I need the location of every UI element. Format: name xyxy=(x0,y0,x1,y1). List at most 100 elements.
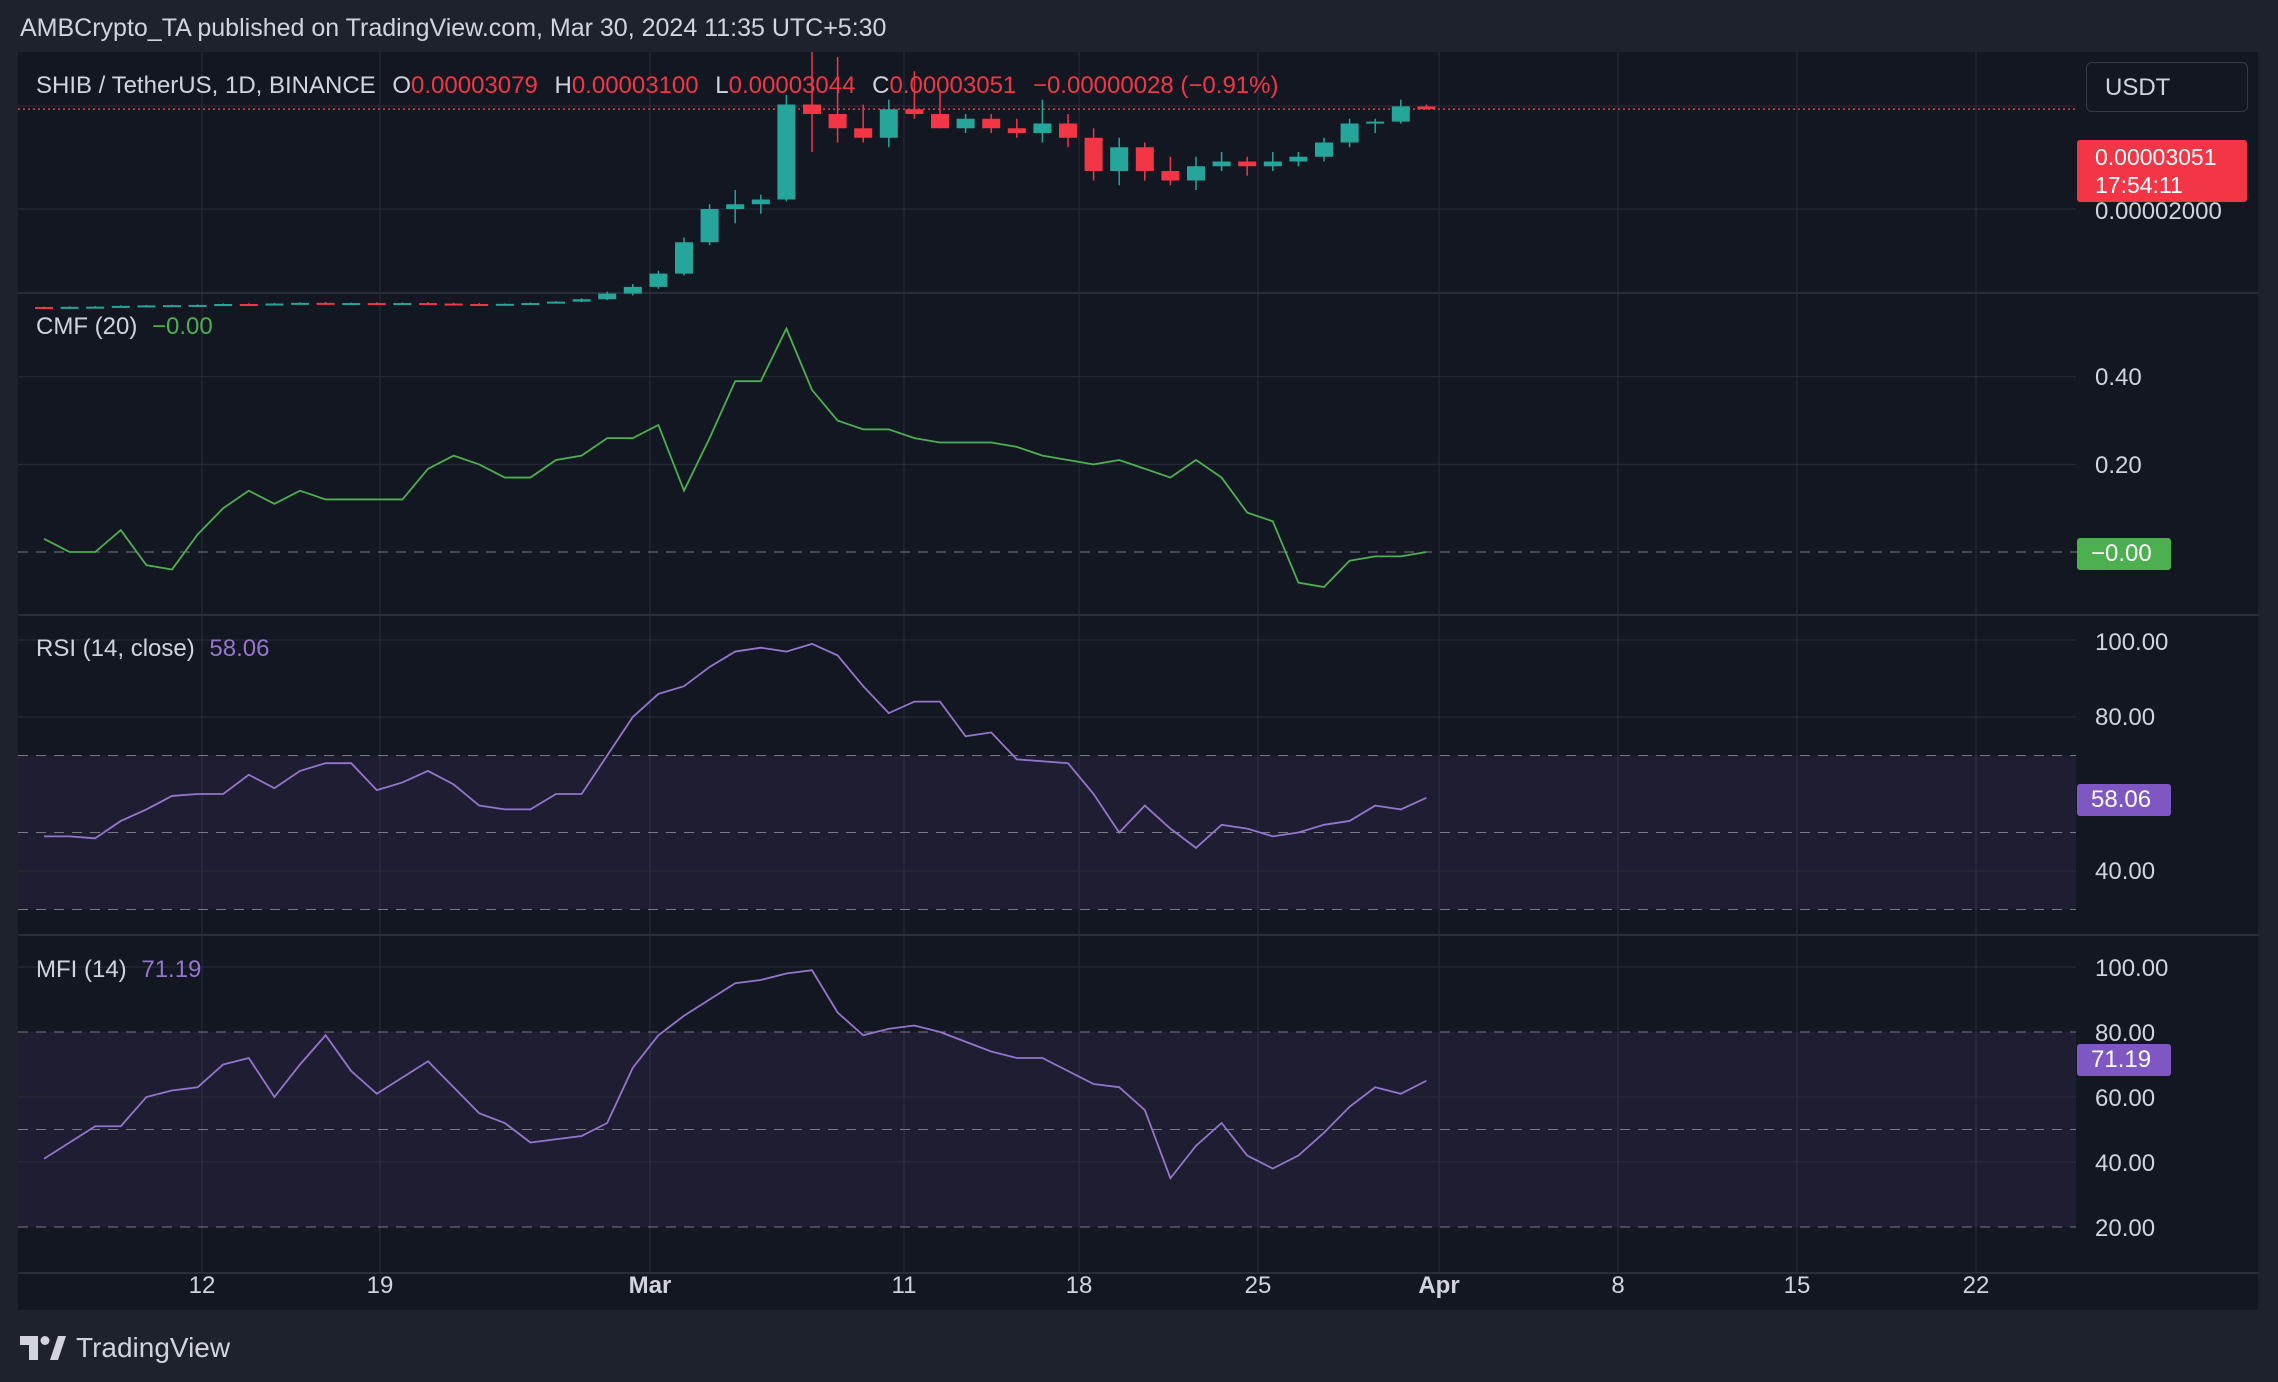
candle-body xyxy=(675,242,693,274)
candle xyxy=(419,302,437,306)
candle-body xyxy=(1110,147,1129,171)
candle-body xyxy=(316,302,335,305)
candle xyxy=(956,114,975,133)
mfi-value-badge: 71.19 xyxy=(2077,1044,2171,1076)
candle xyxy=(777,95,796,202)
candle-body xyxy=(956,118,975,129)
candle xyxy=(1391,99,1410,124)
symbol-name[interactable]: SHIB / TetherUS, 1D, BINANCE xyxy=(36,72,376,99)
candle-body xyxy=(1033,123,1052,133)
candle-body xyxy=(111,305,130,308)
candle-body xyxy=(163,305,181,308)
close-key: C xyxy=(872,72,890,99)
candle xyxy=(60,306,79,309)
candle-body xyxy=(623,286,642,294)
tradingview-logo-icon xyxy=(20,1336,66,1360)
candle-body xyxy=(239,304,258,306)
candle-body xyxy=(1289,156,1308,162)
change-value: −0.00000028 (−0.91%) xyxy=(1032,72,1279,99)
candle-body xyxy=(1417,106,1436,110)
candle xyxy=(982,114,1001,133)
candle xyxy=(265,302,284,306)
rsi-legend[interactable]: RSI (14, close) 58.06 xyxy=(36,635,269,663)
cmf-label[interactable]: CMF (20) xyxy=(36,313,137,340)
mfi-axis-label-20: 20.00 xyxy=(2095,1215,2156,1242)
currency-button[interactable]: USDT xyxy=(2086,62,2248,112)
candle xyxy=(239,303,258,306)
time-axis-label: 25 xyxy=(1244,1272,1272,1299)
candle xyxy=(1238,156,1257,176)
published-header: AMBCrypto_TA published on TradingView.co… xyxy=(20,14,887,42)
time-axis-label: Mar xyxy=(628,1272,672,1299)
candle-body xyxy=(1187,166,1205,181)
candle-body xyxy=(982,118,1001,129)
high-key: H xyxy=(554,72,572,99)
candle xyxy=(521,302,540,306)
low-key: L xyxy=(715,72,729,99)
price-axis-label: 0.00002000 xyxy=(2095,198,2222,225)
tradingview-logo[interactable]: TradingView xyxy=(20,1330,230,1366)
candle-body xyxy=(188,304,207,307)
time-axis-label: 18 xyxy=(1065,1272,1093,1299)
chart-canvas[interactable] xyxy=(18,52,2258,1310)
candle-body xyxy=(931,114,949,129)
candle-body xyxy=(879,109,898,138)
rsi-axis-label-80: 80.00 xyxy=(2095,704,2156,731)
candle xyxy=(1161,156,1180,186)
candle xyxy=(470,303,489,306)
candle-body xyxy=(1366,121,1385,124)
time-axis-label: 15 xyxy=(1783,1272,1811,1299)
candle-body xyxy=(828,114,847,129)
time-axis-label: 12 xyxy=(188,1272,216,1299)
candle-body xyxy=(598,293,617,300)
symbol-legend[interactable]: SHIB / TetherUS, 1D, BINANCE O0.00003079… xyxy=(36,72,1278,100)
candle xyxy=(675,237,693,276)
candle xyxy=(1263,152,1282,171)
candle xyxy=(367,302,386,306)
candle xyxy=(572,298,591,303)
rsi-axis-label-100: 100.00 xyxy=(2095,629,2169,656)
candle xyxy=(1084,128,1103,181)
last-price: 0.00003051 xyxy=(2095,144,2217,170)
mfi-label[interactable]: MFI (14) xyxy=(36,956,127,983)
candle xyxy=(188,304,207,307)
candle-body xyxy=(495,303,514,306)
mfi-value: 71.19 xyxy=(141,956,202,983)
candle-countdown: 17:54:11 xyxy=(2095,172,2183,198)
candle-body xyxy=(1007,128,1026,133)
candle xyxy=(1187,156,1205,190)
candle-body xyxy=(803,104,821,114)
candle xyxy=(35,306,53,310)
candle xyxy=(1059,114,1077,148)
candle-body xyxy=(393,303,412,306)
candle-body xyxy=(1391,106,1410,122)
candle-body xyxy=(1340,123,1359,143)
candle-body xyxy=(751,199,770,205)
candle-body xyxy=(905,109,924,114)
candle xyxy=(1289,152,1308,167)
candle xyxy=(726,190,745,224)
chart-frame[interactable] xyxy=(18,52,2258,1310)
close-value: 0.00003051 xyxy=(889,72,1017,99)
candle-body xyxy=(1263,161,1282,167)
candle-body xyxy=(444,303,463,306)
candle xyxy=(547,301,565,304)
rsi-label[interactable]: RSI (14, close) xyxy=(36,635,195,662)
mfi-legend[interactable]: MFI (14) 71.19 xyxy=(36,956,201,984)
candle-body xyxy=(35,307,53,310)
candle-body xyxy=(1315,142,1333,157)
candle xyxy=(1135,142,1154,181)
cmf-line xyxy=(43,326,1427,589)
candle xyxy=(316,302,335,305)
candle xyxy=(1417,104,1436,110)
candle-body xyxy=(291,302,309,305)
candle xyxy=(1315,137,1333,162)
candle-body xyxy=(854,128,873,138)
candle-body xyxy=(1059,123,1077,138)
time-axis-label: 22 xyxy=(1962,1272,1990,1299)
candle-body xyxy=(1135,147,1154,171)
tradingview-brand: TradingView xyxy=(76,1332,231,1363)
candle xyxy=(1110,137,1129,186)
cmf-legend[interactable]: CMF (20) −0.00 xyxy=(36,313,213,341)
candle xyxy=(854,104,873,143)
